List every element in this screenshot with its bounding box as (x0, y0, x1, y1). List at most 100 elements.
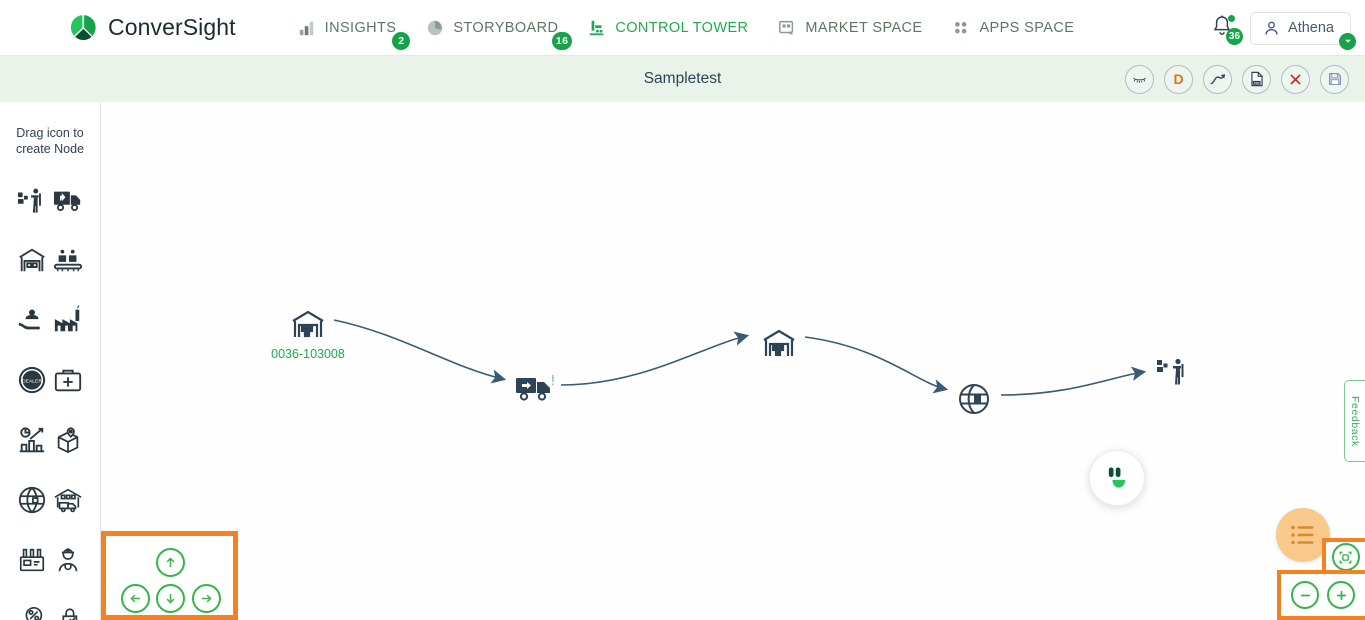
nav-item-market-space[interactable]: MARKET SPACE (778, 15, 922, 41)
pdf-file-icon: PDF (1250, 71, 1263, 87)
list-lines-icon (1291, 525, 1314, 545)
top-navigation-bar: ConverSight INSIGHTS 2 STORYBOARD 16 CON… (0, 0, 1365, 56)
delivery-truck-icon[interactable] (51, 183, 85, 217)
globe-icon[interactable] (15, 483, 49, 517)
trend-up-icon (1210, 73, 1225, 84)
close-x-icon (1290, 74, 1301, 84)
control-tower-canvas[interactable]: 0036-103008 (101, 102, 1365, 620)
brand-name: ConverSight (108, 14, 236, 40)
bar-chart-icon (298, 19, 316, 37)
retail-bag-icon[interactable] (51, 603, 85, 620)
node-palette-sidebar: Drag icon to create Node DEALER (0, 102, 101, 620)
trend-button[interactable] (1203, 64, 1232, 94)
export-pdf-button[interactable]: PDF (1242, 64, 1271, 94)
d-button[interactable]: D (1164, 64, 1193, 94)
edge-2 (560, 331, 750, 386)
close-button[interactable] (1281, 64, 1310, 94)
hide-eye-button[interactable] (1125, 64, 1154, 94)
smiley-chat-icon (1108, 467, 1126, 488)
floppy-save-icon (1328, 73, 1341, 85)
production-line-icon[interactable] (51, 243, 85, 277)
package-location-icon[interactable] (51, 423, 85, 457)
medical-kit-icon[interactable] (51, 363, 85, 397)
arrow-right-circle-icon (202, 594, 212, 603)
arrow-down-circle-icon (166, 594, 175, 604)
node-worker[interactable] (1156, 357, 1190, 387)
svg-text:DEALER: DEALER (22, 378, 42, 384)
fit-to-screen-button[interactable] (1331, 543, 1360, 571)
assistant-chat-button[interactable] (1089, 450, 1145, 506)
user-name: Athena (1288, 20, 1334, 36)
node-warehouse-2[interactable] (761, 326, 797, 360)
notifications-button[interactable]: 36 (1210, 14, 1244, 45)
title-toolbar: D PDF (1125, 56, 1349, 102)
zoom-in-button[interactable] (1327, 581, 1355, 609)
edge-3 (804, 336, 949, 394)
market-space-icon (778, 19, 796, 37)
nav-label-market-space: MARKET SPACE (805, 19, 923, 36)
board-title-bar: Sampletest D PDF (0, 56, 1365, 102)
node-label: 0036-103008 (271, 347, 345, 361)
feedback-tab[interactable]: Feedback (1344, 380, 1365, 462)
node-delivery-truck[interactable] (515, 374, 559, 404)
chevron-down-icon[interactable] (1339, 32, 1356, 50)
conversight-logo-icon (68, 13, 98, 43)
save-button[interactable] (1320, 64, 1349, 94)
service-hand-icon[interactable] (15, 303, 49, 337)
node-warehouse-0036-103008[interactable]: 0036-103008 (271, 307, 345, 361)
fit-screen-icon (1339, 551, 1352, 563)
nav-badge-storyboard: 16 (551, 31, 573, 50)
warehouse-icon[interactable] (15, 243, 49, 277)
nav-item-insights[interactable]: INSIGHTS 2 (298, 15, 411, 50)
svg-text:PDF: PDF (1253, 81, 1259, 85)
discount-hand-icon[interactable] (15, 603, 49, 620)
alert-marker (552, 375, 554, 382)
field-technician-icon[interactable] (51, 543, 85, 577)
pan-down-button[interactable] (156, 584, 185, 613)
palette-title: Drag icon to create Node (15, 126, 85, 156)
page-title: Sampletest (643, 70, 722, 87)
nav-label-storyboard: STORYBOARD (453, 19, 559, 36)
pan-left-button[interactable] (121, 584, 150, 613)
analytics-chart-icon[interactable] (15, 423, 49, 457)
nav-label-apps-space: APPS SPACE (979, 19, 1075, 36)
supplier-worker-icon[interactable] (15, 183, 49, 217)
pan-controls (101, 531, 238, 620)
nav-label-insights: INSIGHTS (324, 19, 397, 36)
warehouse-node-icon (292, 310, 324, 338)
truck-node-icon (516, 375, 554, 401)
worker-node-icon (1157, 358, 1184, 385)
nav-item-storyboard[interactable]: STORYBOARD 16 (426, 15, 573, 50)
zoom-controls (1277, 570, 1365, 620)
node-globe[interactable] (957, 382, 991, 416)
control-tower-page: ConverSight INSIGHTS 2 STORYBOARD 16 CON… (0, 0, 1365, 620)
edge-1 (333, 319, 507, 384)
globe-node-icon (959, 384, 989, 414)
pan-right-button[interactable] (192, 584, 221, 613)
brand[interactable]: ConverSight (68, 13, 236, 43)
control-tower-icon (588, 19, 606, 37)
arrow-up-circle-icon (166, 557, 175, 567)
nav-item-control-tower[interactable]: CONTROL TOWER (588, 15, 748, 41)
warehouse-node-icon (763, 329, 795, 357)
factory-icon[interactable] (51, 303, 85, 337)
user-menu-button[interactable]: Athena (1250, 11, 1356, 50)
minus-circle-icon (1300, 594, 1310, 596)
arrow-left-circle-icon (130, 594, 140, 603)
feedback-label: Feedback (1349, 395, 1361, 447)
storyboard-icon (426, 19, 444, 37)
nav-right-cluster: 36 Athena (1210, 0, 1356, 56)
equipment-machine-icon[interactable] (15, 543, 49, 577)
nav-items: INSIGHTS 2 STORYBOARD 16 CONTROL TOWER M… (298, 15, 1075, 50)
zoom-out-button[interactable] (1291, 581, 1319, 609)
pan-up-button[interactable] (156, 548, 185, 577)
plus-circle-icon (1336, 590, 1346, 600)
notification-dot (1228, 15, 1236, 22)
dealer-badge-icon[interactable]: DEALER (15, 363, 49, 397)
nav-item-apps-space[interactable]: APPS SPACE (952, 15, 1074, 41)
notification-count-badge: 36 (1225, 28, 1244, 45)
distribution-center-icon[interactable] (51, 483, 85, 517)
nav-badge-insights: 2 (392, 31, 411, 50)
palette-icon-grid: DEALER (0, 167, 100, 620)
user-avatar-icon (1265, 21, 1278, 35)
